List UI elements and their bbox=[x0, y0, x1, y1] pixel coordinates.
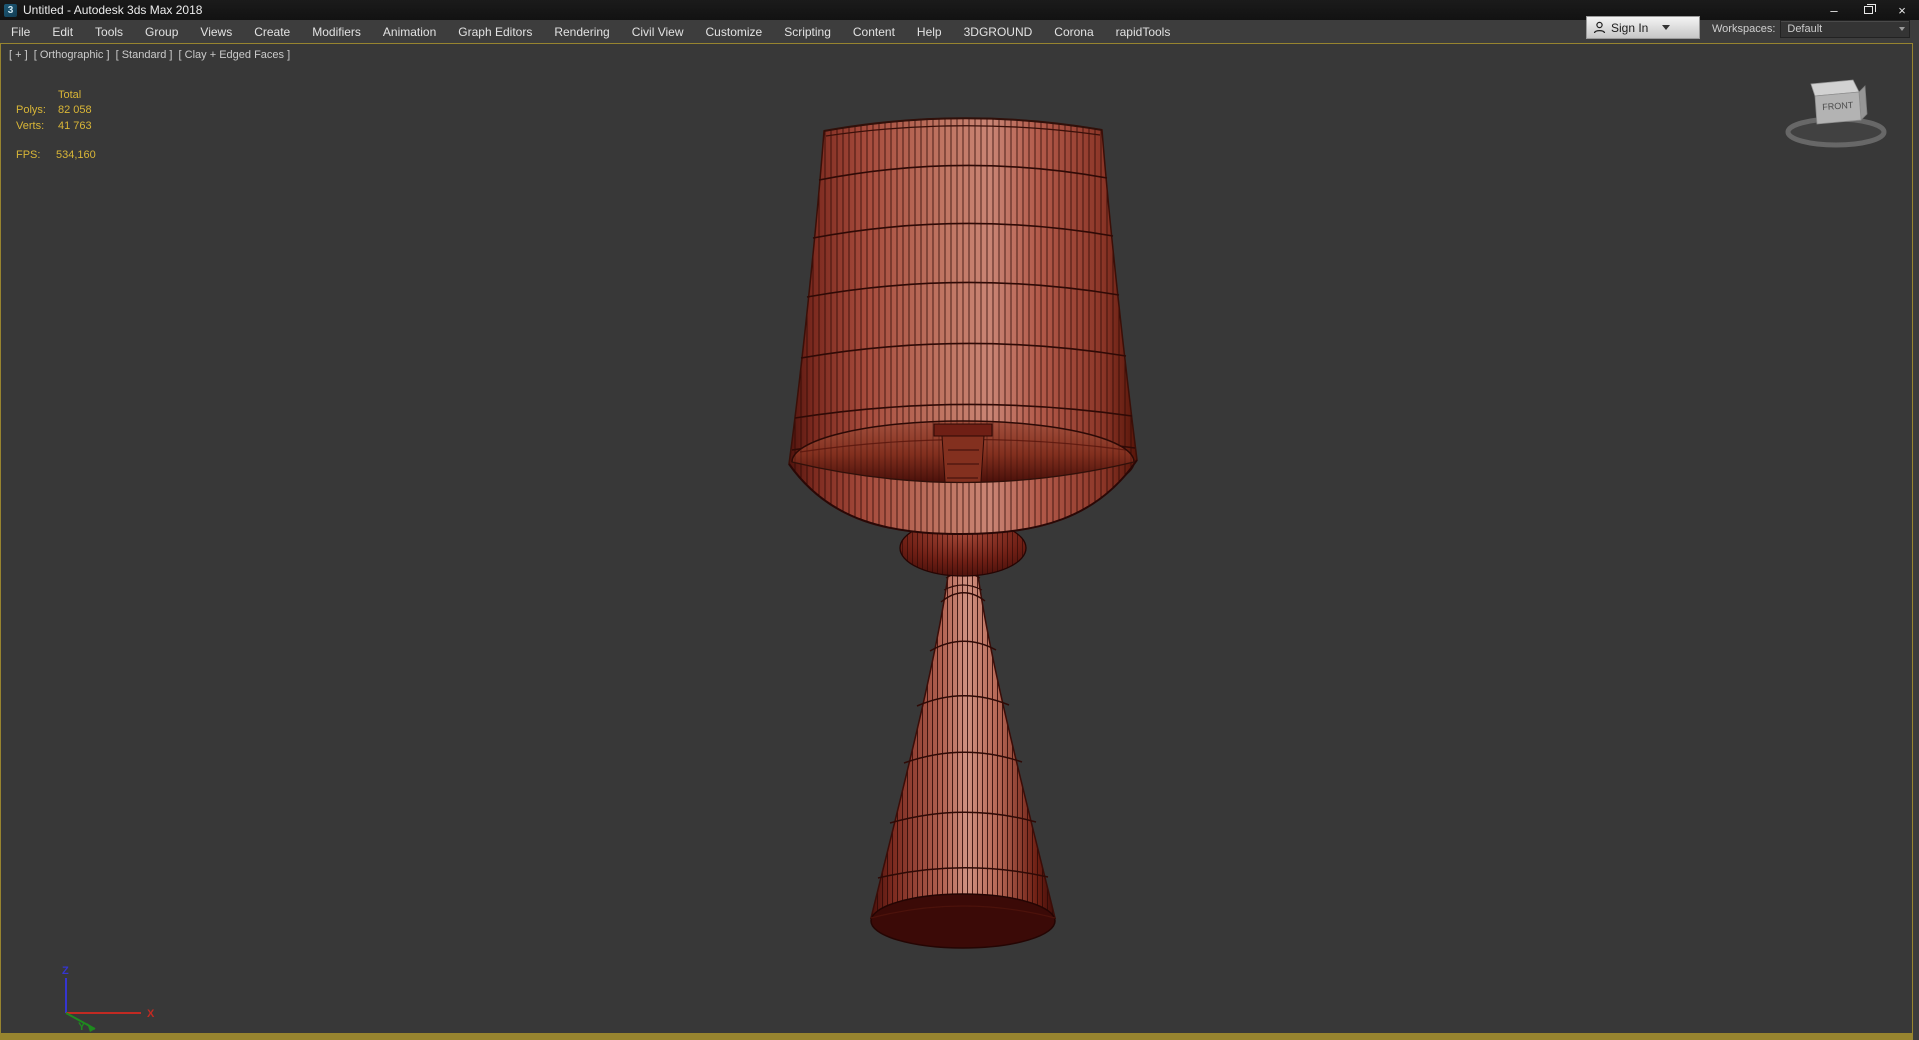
menu-edit[interactable]: Edit bbox=[41, 20, 84, 43]
workspaces-dropdown[interactable]: Default bbox=[1780, 20, 1911, 38]
app-window: 3 Untitled - Autodesk 3ds Max 2018 – × F… bbox=[0, 0, 1919, 1040]
workspaces-dropdown-arrow[interactable] bbox=[1894, 21, 1909, 37]
stats-polys-value: 82 058 bbox=[58, 104, 92, 117]
menu-help[interactable]: Help bbox=[906, 20, 953, 43]
view-cube[interactable]: FRONT bbox=[1753, 54, 1903, 164]
workspaces-control: Workspaces: Default bbox=[1712, 20, 1911, 38]
sign-in-dropdown-icon bbox=[1662, 25, 1671, 30]
stats-polys-label: Polys: bbox=[16, 104, 46, 117]
sign-in-label: Sign In bbox=[1611, 20, 1649, 35]
axis-gizmo: Z X Y bbox=[62, 965, 155, 1033]
lamp-base-cone bbox=[869, 567, 1057, 920]
viewport-menu-shading[interactable]: [ Clay + Edged Faces ] bbox=[179, 49, 291, 61]
menu-group[interactable]: Group bbox=[134, 20, 189, 43]
statistics-panel: Total Polys: 82 058 Verts: 41 763 bbox=[16, 88, 92, 134]
x-axis-label: X bbox=[147, 1008, 155, 1020]
3ds-max-logo-icon: 3 bbox=[4, 3, 17, 17]
menu-rendering[interactable]: Rendering bbox=[543, 20, 620, 43]
menu-tools[interactable]: Tools bbox=[84, 20, 134, 43]
menu-create[interactable]: Create bbox=[243, 20, 301, 43]
restore-icon bbox=[1863, 4, 1876, 14]
menu-rapidtools[interactable]: rapidTools bbox=[1105, 20, 1182, 43]
viewport-menu-renderer[interactable]: [ Standard ] bbox=[116, 49, 173, 61]
z-axis-label: Z bbox=[62, 965, 69, 977]
menu-content[interactable]: Content bbox=[842, 20, 906, 43]
menu-graph-editors[interactable]: Graph Editors bbox=[447, 20, 543, 43]
lamp-base-bottom bbox=[870, 893, 1056, 949]
menu-customize[interactable]: Customize bbox=[695, 20, 774, 43]
minimize-button[interactable]: – bbox=[1817, 0, 1851, 20]
workspaces-value: Default bbox=[1787, 23, 1823, 35]
viewport-canvas[interactable]: [ + ] [ Orthographic ] [ Standard ] [ Cl… bbox=[0, 43, 1913, 1040]
menu-civil-view[interactable]: Civil View bbox=[621, 20, 695, 43]
lamp-model[interactable] bbox=[740, 85, 1200, 975]
menu-scripting[interactable]: Scripting bbox=[773, 20, 842, 43]
fps-counter: FPS: 534,160 bbox=[16, 149, 96, 161]
menu-file[interactable]: File bbox=[0, 20, 41, 43]
restore-button[interactable] bbox=[1851, 0, 1885, 20]
close-button[interactable]: × bbox=[1885, 0, 1919, 20]
fps-label: FPS: bbox=[16, 149, 41, 161]
stats-verts-label: Verts: bbox=[16, 119, 45, 132]
viewport-label: [ + ] [ Orthographic ] [ Standard ] [ Cl… bbox=[9, 49, 293, 61]
menu-views[interactable]: Views bbox=[189, 20, 243, 43]
viewport-menu-general[interactable]: [ + ] bbox=[9, 49, 28, 61]
chevron-down-icon bbox=[1898, 27, 1905, 31]
user-icon bbox=[1593, 21, 1606, 34]
fps-value: 534,160 bbox=[56, 149, 96, 161]
menu-corona[interactable]: Corona bbox=[1043, 20, 1104, 43]
view-cube-cube[interactable]: FRONT bbox=[1810, 79, 1868, 125]
menu-3dground[interactable]: 3DGROUND bbox=[953, 20, 1044, 43]
sign-in-button[interactable]: Sign In bbox=[1586, 16, 1700, 39]
stats-header: Total bbox=[58, 89, 82, 101]
workspaces-label: Workspaces: bbox=[1712, 23, 1776, 35]
viewport-menu-pov[interactable]: [ Orthographic ] bbox=[34, 49, 110, 61]
window-title: Untitled - Autodesk 3ds Max 2018 bbox=[23, 3, 203, 17]
stats-verts-value: 41 763 bbox=[58, 119, 92, 132]
y-axis-label: Y bbox=[78, 1021, 86, 1033]
menu-modifiers[interactable]: Modifiers bbox=[301, 20, 372, 43]
menu-animation[interactable]: Animation bbox=[372, 20, 447, 43]
